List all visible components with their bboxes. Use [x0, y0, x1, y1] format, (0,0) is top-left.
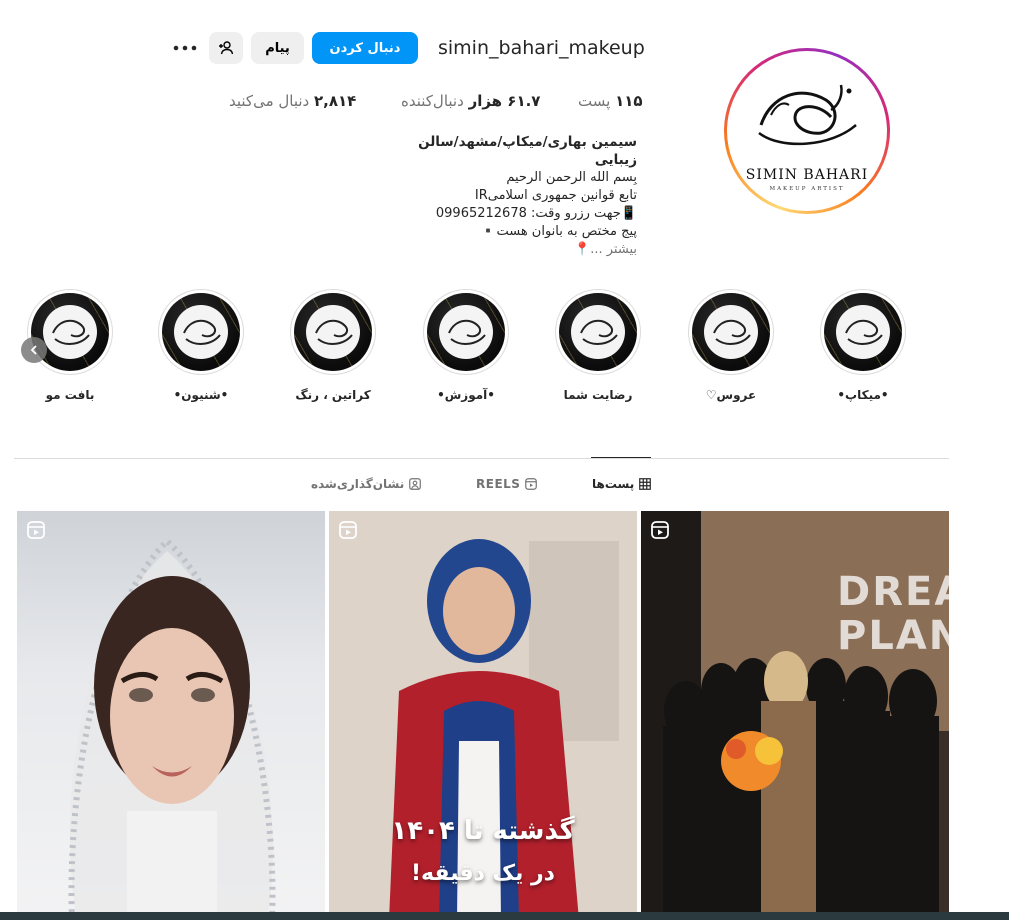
highlight-label: •آموزش• — [437, 388, 495, 402]
reel-badge-icon — [27, 521, 45, 539]
post-tile[interactable] — [17, 511, 325, 920]
add-user-icon — [219, 41, 234, 55]
tab-reels[interactable]: REELS — [476, 477, 538, 491]
brand-logo: SIMIN BAHARI MAKEUP ARTIST — [731, 55, 883, 207]
highlight-label: •شنیون• — [173, 388, 229, 402]
logo-icon — [845, 319, 883, 345]
highlight-item[interactable]: رضایت شما — [553, 289, 643, 402]
logo-icon — [183, 319, 221, 345]
reel-badge-icon — [651, 521, 669, 539]
posts-count: ۱۱۵ پست — [578, 92, 643, 110]
chevron-left-icon — [30, 345, 37, 355]
grid-icon — [639, 478, 652, 490]
following-count[interactable]: ۲,۸۱۴ دنبال می‌کنید — [229, 92, 356, 110]
highlight-item[interactable]: کراتین ، رنگ — [288, 289, 378, 402]
suggested-users-button[interactable] — [209, 32, 243, 64]
bio-line: پیج مختص به بانوان هست▪️ — [480, 224, 637, 239]
wall-sign-text: PLAN — [837, 613, 949, 659]
highlights-prev-button[interactable] — [21, 337, 47, 363]
logo-icon — [448, 319, 486, 345]
highlight-label: رضایت شما — [563, 388, 633, 402]
post-overlay-title: گذشته تا ۱۴۰۴ — [391, 816, 575, 846]
tab-tagged-label: نشان‌گذاری‌شده — [311, 477, 405, 491]
bridal-portrait-image — [68, 536, 276, 920]
logo-subtitle: MAKEUP ARTIST — [769, 186, 845, 192]
highlight-cover — [559, 293, 637, 371]
logo-name: SIMIN BAHARI — [745, 167, 869, 183]
highlight-cover — [162, 293, 240, 371]
posts-count-value: ۱۱۵ — [615, 92, 643, 110]
active-tab-indicator — [591, 457, 651, 458]
tab-reels-label: REELS — [476, 477, 521, 491]
following-count-label: دنبال می‌کنید — [229, 92, 310, 110]
profile-bio: سیمین بهاری/میکاپ/مشهد/سالن زیبایی بِسم … — [380, 133, 637, 259]
profile-avatar[interactable]: SIMIN BAHARI MAKEUP ARTIST — [724, 48, 890, 214]
highlight-item[interactable]: •میکاپ• — [818, 289, 908, 402]
highlight-label: بافت مو — [45, 388, 95, 402]
logo-icon — [713, 319, 751, 345]
tabs-divider — [14, 458, 949, 459]
more-dots-icon — [173, 45, 197, 51]
profile-username: simin_bahari_makeup — [438, 37, 645, 59]
post-tile[interactable]: گذشته تا ۱۴۰۴ در یک دقیقه! — [329, 511, 637, 920]
logo-icon — [315, 319, 353, 345]
woman-in-scarf-image — [329, 511, 637, 920]
post-tile[interactable]: DREAM PLAN — [641, 511, 949, 920]
followers-count[interactable]: ۶۱.۷ هزار دنبال‌کننده — [401, 92, 540, 110]
post-overlay-subtitle: در یک دقیقه! — [411, 861, 555, 886]
bio-line: بِسم الله الرحمن الرحیم — [506, 170, 637, 185]
followers-count-value: ۶۱.۷ هزار — [468, 92, 541, 110]
highlight-item[interactable]: •شنیون• — [156, 289, 246, 402]
highlight-cover — [824, 293, 902, 371]
bio-more-link[interactable]: بیشتر ...📍 — [380, 241, 637, 259]
followers-count-label: دنبال‌کننده — [401, 92, 464, 110]
highlight-cover — [427, 293, 505, 371]
tab-tagged[interactable]: نشان‌گذاری‌شده — [311, 477, 422, 491]
tagged-user-icon — [409, 478, 422, 490]
posts-count-label: پست — [578, 92, 611, 110]
bio-line: تابع قوانین جمهوری اسلامیIR — [474, 188, 637, 203]
highlight-cover — [692, 293, 770, 371]
more-options-button[interactable] — [170, 32, 200, 64]
tab-posts[interactable]: پست‌ها — [592, 477, 652, 491]
reels-icon — [525, 478, 538, 490]
wall-sign-text: DREAM — [837, 569, 949, 615]
bio-display-name: سیمین بهاری/میکاپ/مشهد/سالن زیبایی — [418, 134, 637, 168]
story-highlights: •میکاپ• عروس♡ رضایت شما •آموزش• کراتین ،… — [18, 289, 918, 409]
following-count-value: ۲,۸۱۴ — [314, 92, 357, 110]
highlight-label: کراتین ، رنگ — [295, 388, 371, 402]
highlight-label: عروس♡ — [705, 388, 757, 402]
logo-icon — [580, 319, 618, 345]
bio-line: 📱جهت رزرو وقت: 09965212678 — [435, 206, 637, 221]
highlight-cover — [294, 293, 372, 371]
reel-badge-icon — [339, 521, 357, 539]
logo-icon — [52, 319, 90, 345]
follow-button[interactable]: دنبال کردن — [312, 32, 418, 64]
taskbar-strip — [0, 912, 1009, 920]
highlight-item[interactable]: عروس♡ — [686, 289, 776, 402]
calligraphy-logo-icon — [758, 84, 857, 146]
highlight-item[interactable]: •آموزش• — [421, 289, 511, 402]
highlight-label: •میکاپ• — [837, 388, 889, 402]
tab-posts-label: پست‌ها — [592, 477, 635, 491]
message-button[interactable]: پیام — [251, 32, 304, 64]
